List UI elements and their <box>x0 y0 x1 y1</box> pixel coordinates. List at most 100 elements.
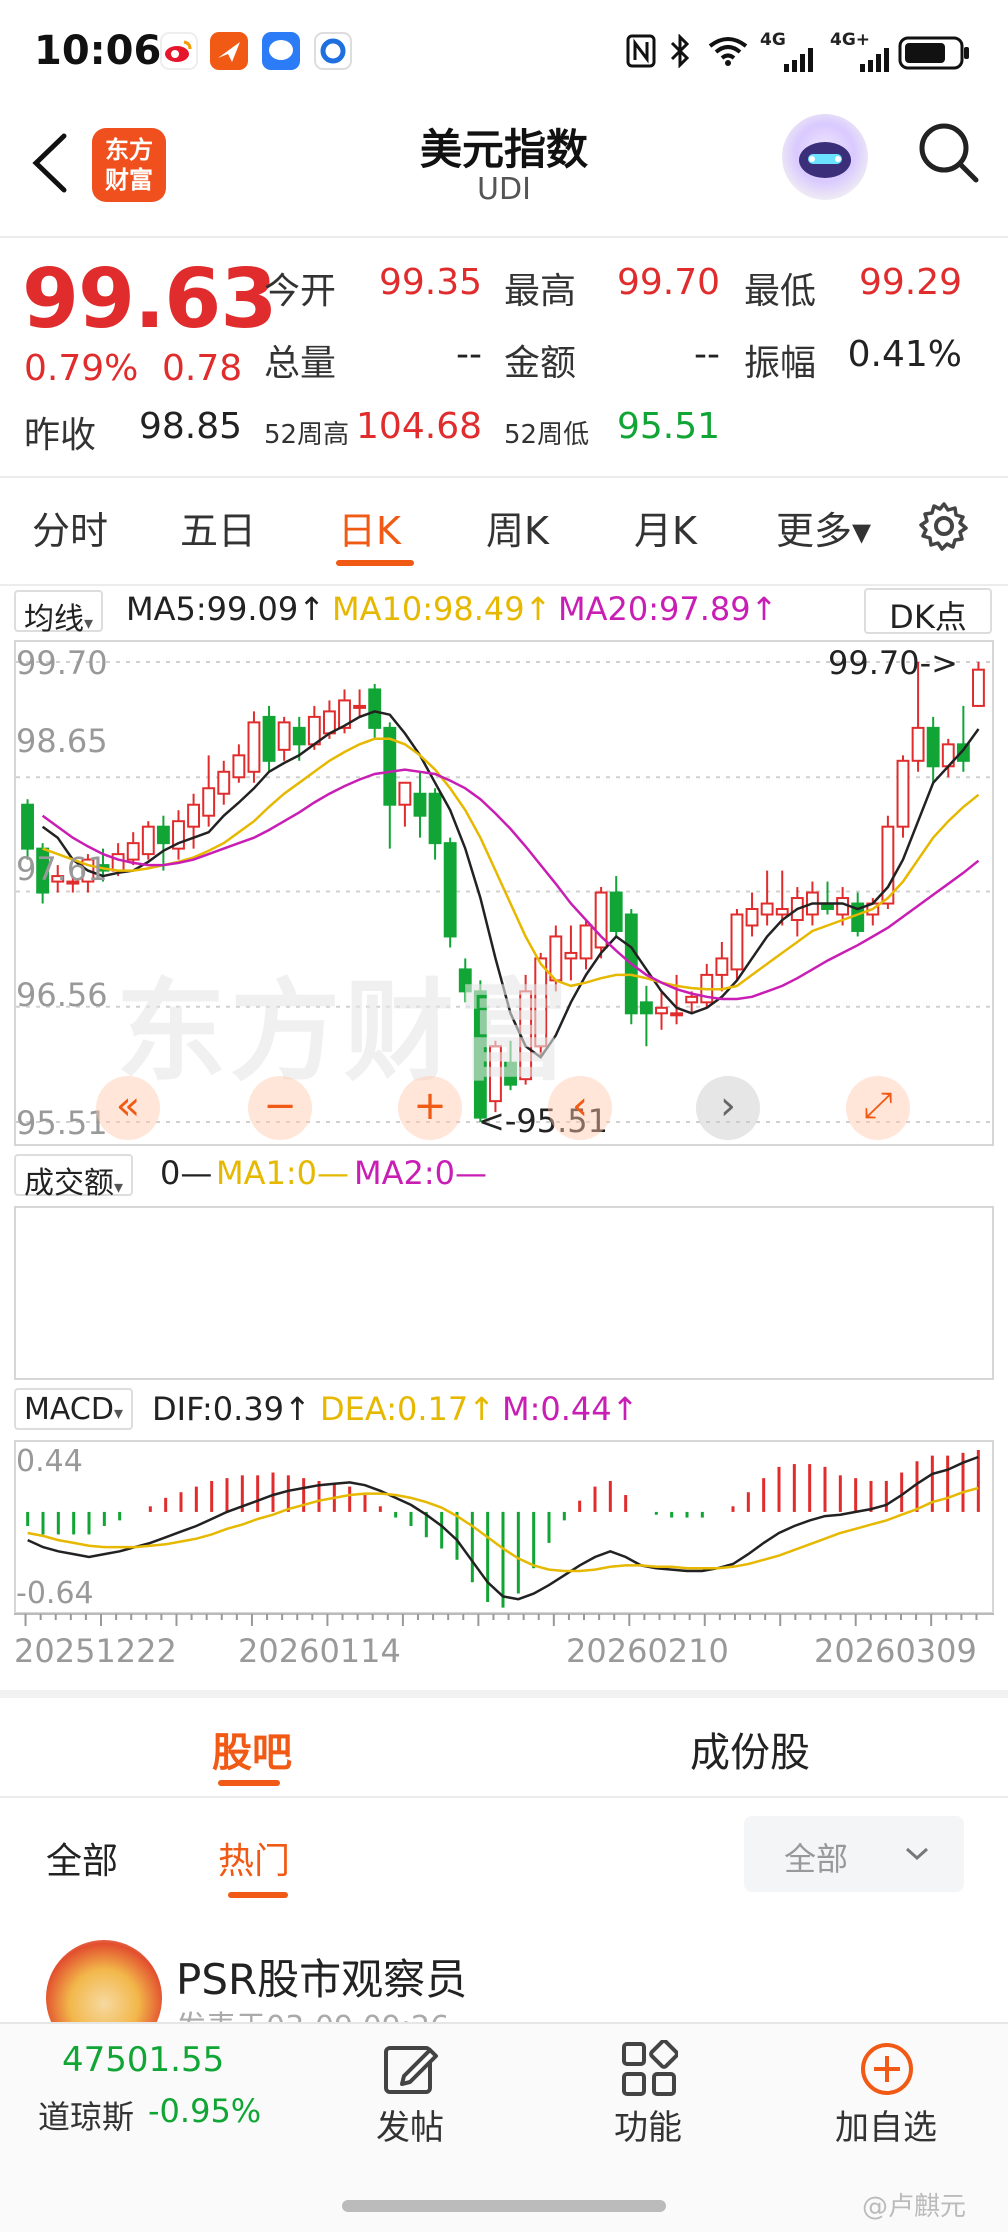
zoom-out-button[interactable]: − <box>248 1076 312 1140</box>
tab-daily-k[interactable]: 日K <box>338 500 401 555</box>
active-tab-indicator <box>336 560 414 566</box>
volume-readout: 0— <box>160 1154 213 1192</box>
page-title: 美元指数 <box>419 125 588 174</box>
w52-high-value: 104.68 <box>356 406 482 447</box>
tab-five-day[interactable]: 五日 <box>180 500 256 555</box>
y-tick-label: 96.56 <box>16 976 108 1014</box>
macd-selector-label: MACD <box>24 1392 114 1427</box>
y-tick-label: 95.51 <box>16 1104 108 1142</box>
battery-icon <box>898 36 972 74</box>
send-app-icon <box>210 32 248 70</box>
candle-body <box>156 825 170 845</box>
candle-body <box>21 803 34 850</box>
assistant-robot-icon[interactable] <box>782 114 868 200</box>
network-label-2: 4G+ <box>830 30 871 50</box>
ma20-value: MA20:97.89 <box>558 590 751 628</box>
candle-body <box>836 897 850 916</box>
w52-high-label: 52周高 <box>264 420 350 450</box>
y-tick-label: 99.70 <box>16 644 108 682</box>
y-tick-label: 98.65 <box>16 722 108 760</box>
macd-y-tick: 0.44 <box>16 1444 83 1479</box>
candle-body <box>775 908 789 916</box>
candle-body <box>911 726 925 762</box>
volume-label: 总量 <box>264 343 337 384</box>
fullscreen-button[interactable]: ⤢ <box>846 1076 910 1140</box>
subtab-all[interactable]: 全部 <box>46 1832 118 1884</box>
candle-body <box>972 668 985 707</box>
home-indicator[interactable] <box>342 2200 666 2212</box>
volume-ma1-value: MA1:0 <box>216 1154 317 1192</box>
add-watchlist-label[interactable]: 加自选 <box>826 2100 946 2149</box>
search-icon <box>919 123 979 183</box>
candle-body <box>277 721 291 751</box>
x-tick-label: 20260210 <box>566 1632 729 1670</box>
candle-body <box>217 770 231 795</box>
scroll-left-fast-button[interactable]: « <box>96 1076 160 1140</box>
post-button-label[interactable]: 发帖 <box>350 2100 470 2149</box>
scroll-left-button[interactable]: ‹ <box>548 1076 612 1140</box>
volume-ma2-value: MA2:0 <box>354 1154 455 1192</box>
tab-intraday[interactable]: 分时 <box>32 500 108 555</box>
candle-body <box>126 842 140 861</box>
candle-body <box>896 759 910 828</box>
volume-ma2-readout: MA2:0— <box>354 1154 487 1192</box>
zoom-in-button[interactable]: + <box>398 1076 462 1140</box>
subtab-hot[interactable]: 热门 <box>218 1832 290 1884</box>
watermark-logo: 东方财富 <box>116 968 572 1096</box>
y-tick-label: 97.61 <box>16 850 108 888</box>
open-value: 99.35 <box>378 262 482 303</box>
filter-dropdown[interactable]: 全部 <box>744 1816 964 1892</box>
tab-weekly-k[interactable]: 周K <box>486 500 549 555</box>
network-label: 4G <box>760 30 786 50</box>
candle-body <box>715 957 729 976</box>
back-button[interactable] <box>26 128 76 208</box>
open-label: 今开 <box>264 271 337 312</box>
change-percent: 0.79% <box>24 348 139 389</box>
chevron-down-icon <box>905 1847 929 1861</box>
high-label: 最高 <box>504 271 577 312</box>
candle-body <box>730 913 744 971</box>
dif-value: DIF:0.39 <box>152 1390 285 1428</box>
dow-jones-name[interactable]: 道琼斯 <box>38 2092 134 2138</box>
macd-panel[interactable] <box>14 1440 994 1614</box>
candle-body <box>428 792 442 845</box>
ma5-value: MA5:99.09 <box>126 590 299 628</box>
ma5-readout: MA5:99.09↑ <box>126 590 325 628</box>
scroll-right-button[interactable]: › <box>696 1076 760 1140</box>
dow-jones-change[interactable]: -0.95% <box>148 2092 261 2130</box>
m-arrow: ↑ <box>611 1390 639 1428</box>
divider <box>0 236 1008 238</box>
candle-body <box>745 908 759 927</box>
status-time: 10:06 <box>34 28 162 74</box>
post-username[interactable]: PSR股市观察员 <box>176 1946 467 2007</box>
volume-selector-label: 成交额 <box>24 1166 114 1201</box>
ma-selector[interactable]: 均线▾ <box>14 590 104 637</box>
kline-panel[interactable]: 东方财富 <box>14 640 994 1146</box>
m-readout: M:0.44↑ <box>502 1390 638 1428</box>
settings-button[interactable] <box>918 500 970 556</box>
prev-close-value: 98.85 <box>138 406 242 447</box>
signal-4g-icon: 4G <box>760 30 818 72</box>
weibo-icon <box>160 32 198 70</box>
tab-guba[interactable]: 股吧 <box>212 1720 292 1778</box>
volume-ma1-readout: MA1:0— <box>216 1154 349 1192</box>
tab-components[interactable]: 成份股 <box>690 1720 810 1778</box>
tab-more[interactable]: 更多▾ <box>776 500 871 555</box>
dow-jones-value[interactable]: 47501.55 <box>62 2040 224 2080</box>
search-button[interactable] <box>914 118 984 188</box>
function-button-label[interactable]: 功能 <box>588 2100 708 2149</box>
grid-icon <box>622 2040 678 2096</box>
high-value: 99.70 <box>616 262 720 303</box>
volume-panel[interactable] <box>14 1206 994 1380</box>
candle-body <box>685 995 699 1004</box>
macd-selector[interactable]: MACD▾ <box>14 1388 133 1430</box>
candle-body <box>639 1001 653 1015</box>
volume-indicator-selector[interactable]: 成交额▾ <box>14 1154 134 1201</box>
tab-monthly-k[interactable]: 月K <box>634 500 697 555</box>
dk-point-button[interactable]: DK点 <box>864 588 992 636</box>
divider <box>0 476 1008 478</box>
candle-body <box>247 721 261 773</box>
x-tick-label: 20260114 <box>238 1632 401 1670</box>
dea-value: DEA:0.17 <box>320 1390 469 1428</box>
macd-y-tick: -0.64 <box>16 1576 94 1611</box>
